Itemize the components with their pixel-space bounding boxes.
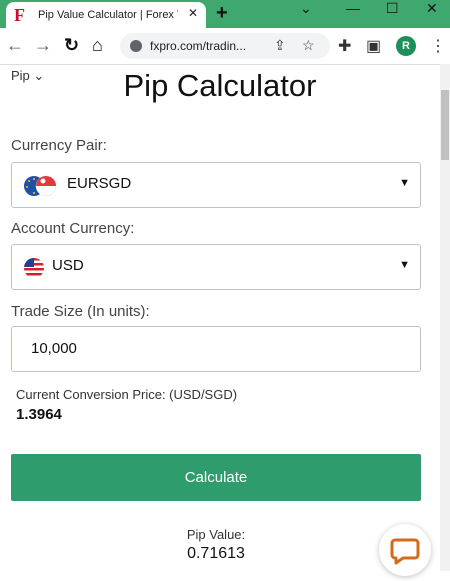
profile-avatar[interactable]: R xyxy=(396,36,416,56)
chat-widget-button[interactable] xyxy=(379,524,431,576)
new-tab-button[interactable]: + xyxy=(216,2,228,25)
fxpro-favicon-icon: F xyxy=(14,5,25,25)
home-icon[interactable]: ⌂ xyxy=(92,35,103,56)
browser-toolbar: ← → ↻ ⌂ fxpro.com/tradin... ⇪ ☆ ✚ ▣ R ⋮ xyxy=(0,28,450,65)
account-currency-label: Account Currency: xyxy=(11,220,135,237)
close-window-icon[interactable]: ✕ xyxy=(426,0,438,17)
scrollbar-thumb[interactable] xyxy=(441,90,449,160)
currency-pair-label: Currency Pair: xyxy=(11,137,107,154)
maximize-icon[interactable]: ☐ xyxy=(386,0,399,17)
trade-size-input[interactable]: 10,000 xyxy=(11,326,421,372)
pip-value: 0.71613 xyxy=(187,545,245,562)
sidebar-icon[interactable]: ▣ xyxy=(366,36,381,56)
eu-sg-flag-icon xyxy=(24,175,57,197)
dropdown-arrow-icon: ▼ xyxy=(399,177,410,189)
conversion-price-value: 1.3964 xyxy=(16,406,62,423)
share-icon[interactable]: ⇪ xyxy=(274,37,286,54)
trade-size-label: Trade Size (In units): xyxy=(11,303,150,320)
chat-icon xyxy=(390,538,420,565)
chevron-down-icon: ⌄ xyxy=(33,68,45,83)
forward-arrow-icon[interactable]: → xyxy=(34,35,52,56)
back-arrow-icon[interactable]: ← xyxy=(6,35,24,56)
browser-tab-strip: F Pip Value Calculator | Forex Tr ✕ + ⌄ … xyxy=(0,0,450,28)
tab-title: Pip Value Calculator | Forex Tr xyxy=(38,9,178,21)
menu-icon[interactable]: ⋮ xyxy=(430,36,446,56)
tab-search-icon[interactable]: ⌄ xyxy=(300,0,312,17)
close-tab-icon[interactable]: ✕ xyxy=(188,6,198,20)
currency-pair-select[interactable]: EURSGD ▼ xyxy=(11,162,421,208)
account-currency-value: USD xyxy=(52,257,84,274)
url-text: fxpro.com/tradin... xyxy=(150,39,247,53)
minimize-icon[interactable]: — xyxy=(346,0,360,16)
browser-tab[interactable]: F Pip Value Calculator | Forex Tr ✕ xyxy=(6,2,206,28)
pip-value-label: Pip Value: xyxy=(186,527,246,542)
pip-menu-label: Pip xyxy=(11,68,30,83)
lock-icon[interactable] xyxy=(130,40,142,52)
us-flag-icon xyxy=(24,258,44,278)
account-currency-select[interactable]: USD ▼ xyxy=(11,244,421,290)
calculate-button[interactable]: Calculate xyxy=(11,454,421,501)
pip-menu[interactable]: Pip ⌄ xyxy=(11,68,44,84)
extensions-icon[interactable]: ✚ xyxy=(338,36,351,56)
trade-size-value: 10,000 xyxy=(31,340,77,357)
page-title: Pip Calculator xyxy=(123,68,317,103)
currency-pair-value: EURSGD xyxy=(67,175,132,192)
page-content: Pip Calculator Pip ⌄ Currency Pair: EURS… xyxy=(0,64,440,576)
star-icon[interactable]: ☆ xyxy=(302,37,315,54)
reload-icon[interactable]: ↻ xyxy=(64,35,79,56)
dropdown-arrow-icon: ▼ xyxy=(399,259,410,271)
address-bar[interactable]: fxpro.com/tradin... ⇪ ☆ xyxy=(120,33,330,59)
conversion-price-label: Current Conversion Price: (USD/SGD) xyxy=(16,387,238,402)
